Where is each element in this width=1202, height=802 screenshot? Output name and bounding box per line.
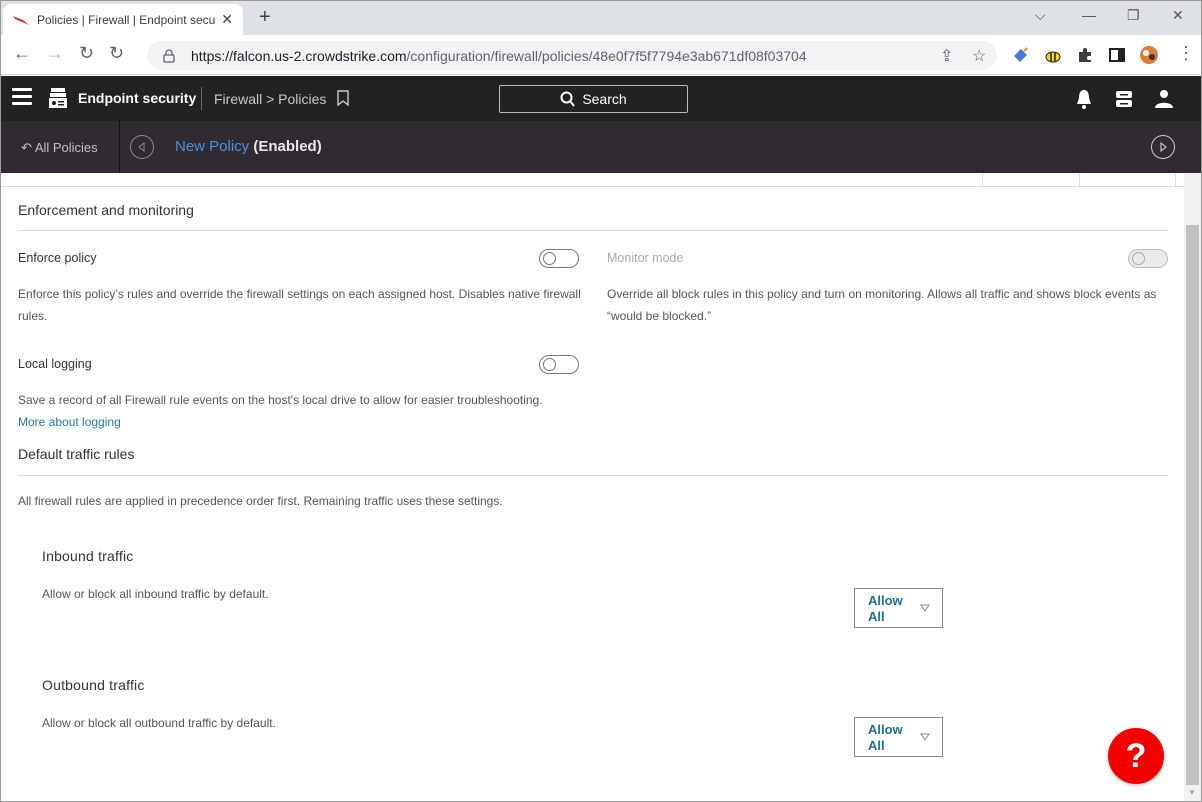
refresh-extension-icon[interactable]: ↻ xyxy=(109,43,124,64)
all-policies-label: All Policies xyxy=(34,140,98,155)
search-icon xyxy=(560,91,576,107)
inbound-selected-value: Allow All xyxy=(868,593,903,624)
tab-strip: Policies | Firewall | Endpoint secu ✕ + … xyxy=(1,1,1201,35)
inbound-traffic-description: Allow or block all inbound traffic by de… xyxy=(42,587,269,601)
hamburger-menu-icon[interactable] xyxy=(12,88,32,108)
crowdstrike-falcon-icon xyxy=(13,15,29,25)
more-about-logging-link[interactable]: More about logging xyxy=(18,415,121,429)
enforce-policy-label: Enforce policy xyxy=(18,251,97,265)
vertical-scrollbar[interactable]: ▼ xyxy=(1184,173,1201,801)
next-policy-button[interactable] xyxy=(1151,135,1175,159)
tab-close-icon[interactable]: ✕ xyxy=(221,11,233,28)
toggle-knob xyxy=(543,358,556,371)
minimize-button[interactable]: — xyxy=(1082,7,1096,23)
policy-settings-content: Enforcement and monitoring Enforce polic… xyxy=(1,173,1184,801)
extensions-puzzle-icon[interactable] xyxy=(1076,46,1094,64)
header-divider xyxy=(201,87,202,110)
lock-icon xyxy=(163,48,175,63)
profile-avatar[interactable] xyxy=(1139,45,1159,65)
scroll-down-arrow-icon[interactable]: ▼ xyxy=(1188,788,1196,797)
toggle-knob xyxy=(1132,252,1145,265)
chevron-down-icon xyxy=(920,604,930,612)
browser-window: Policies | Firewall | Endpoint secu ✕ + … xyxy=(0,0,1202,802)
all-policies-link[interactable]: ↶ All Policies xyxy=(21,140,98,156)
chevron-left-icon xyxy=(138,142,145,152)
enforce-policy-toggle[interactable] xyxy=(539,249,579,268)
browser-menu-icon[interactable]: ⋮ xyxy=(1177,43,1195,64)
local-logging-description: Save a record of all Firewall rule event… xyxy=(18,389,558,433)
tab-row-remnant xyxy=(1,173,1184,187)
help-button[interactable]: ? xyxy=(1108,728,1164,784)
enforce-policy-description: Enforce this policy’s rules and override… xyxy=(18,287,581,323)
inbound-traffic-select[interactable]: Allow All xyxy=(854,588,943,628)
monitor-mode-description: Override all block rules in this policy … xyxy=(607,287,1157,323)
toggle-knob xyxy=(543,252,556,265)
section-title-default-traffic: Default traffic rules xyxy=(18,446,135,462)
section-title-enforcement: Enforcement and monitoring xyxy=(18,202,194,218)
bookmark-icon[interactable] xyxy=(337,90,349,106)
extension-bee-icon[interactable] xyxy=(1044,46,1062,64)
user-profile-icon[interactable] xyxy=(1153,88,1175,110)
forward-arrow-icon[interactable]: → xyxy=(46,43,64,64)
policy-status: (Enabled) xyxy=(253,138,322,155)
policy-name: New Policy xyxy=(175,138,250,155)
subheader-divider xyxy=(119,121,120,173)
support-icon[interactable] xyxy=(1113,88,1135,110)
default-traffic-description: All firewall rules are applied in preced… xyxy=(18,494,503,508)
extension-brush-icon[interactable] xyxy=(1012,46,1030,64)
address-bar[interactable]: https://falcon.us-2.crowdstrike.com/conf… xyxy=(147,41,997,70)
local-logging-label: Local logging xyxy=(18,357,92,371)
help-question-icon: ? xyxy=(1125,736,1147,775)
close-window-button[interactable]: ✕ xyxy=(1172,7,1184,24)
reload-icon[interactable]: ↻ xyxy=(79,43,94,64)
divider xyxy=(18,230,1168,231)
previous-policy-button[interactable] xyxy=(130,135,154,159)
app-name: Endpoint security xyxy=(78,90,197,106)
notifications-bell-icon[interactable] xyxy=(1073,88,1095,110)
policy-subheader: ↶ All Policies New Policy (Enabled) xyxy=(1,121,1201,173)
side-panel-icon[interactable] xyxy=(1108,46,1126,64)
restore-button[interactable]: ❐ xyxy=(1127,7,1140,24)
search-button[interactable]: Search xyxy=(499,85,688,113)
local-logging-text: Save a record of all Firewall rule event… xyxy=(18,393,543,407)
outbound-traffic-description: Allow or block all outbound traffic by d… xyxy=(42,716,276,730)
search-label: Search xyxy=(582,91,627,107)
url-host: https://falcon.us-2.crowdstrike.com xyxy=(191,47,407,64)
new-tab-button[interactable]: + xyxy=(259,6,271,29)
endpoint-security-icon xyxy=(49,88,67,108)
url-path: /configuration/firewall/policies/48e0f7f… xyxy=(406,47,807,64)
breadcrumb[interactable]: Firewall > Policies xyxy=(214,91,326,107)
outbound-traffic-select[interactable]: Allow All xyxy=(854,717,943,757)
tab-title: Policies | Firewall | Endpoint secu xyxy=(37,12,216,27)
divider xyxy=(18,475,1168,476)
local-logging-toggle[interactable] xyxy=(539,355,579,374)
app-header: Endpoint security Firewall > Policies Se… xyxy=(1,76,1201,121)
scrollbar-thumb[interactable] xyxy=(1186,225,1199,785)
chevron-down-icon xyxy=(920,733,930,741)
outbound-traffic-title: Outbound traffic xyxy=(42,677,145,693)
back-arrow-icon[interactable]: ← xyxy=(13,43,31,64)
policy-title: New Policy (Enabled) xyxy=(175,138,322,155)
inbound-traffic-title: Inbound traffic xyxy=(42,548,134,564)
monitor-mode-label: Monitor mode xyxy=(607,251,684,265)
monitor-mode-toggle[interactable] xyxy=(1128,249,1168,268)
bookmark-star-icon[interactable]: ☆ xyxy=(972,46,986,66)
browser-tab[interactable]: Policies | Firewall | Endpoint secu ✕ xyxy=(3,4,243,35)
share-icon[interactable]: ⇪ xyxy=(940,46,953,66)
outbound-selected-value: Allow All xyxy=(868,722,903,753)
browser-toolbar: ← → ↻ ↻ https://falcon.us-2.crowdstrike.… xyxy=(1,35,1201,75)
back-arrow-icon: ↶ xyxy=(21,140,32,155)
tab-search-icon[interactable]: ⌵ xyxy=(1035,7,1046,24)
chevron-right-icon xyxy=(1160,142,1167,152)
url-text[interactable]: https://falcon.us-2.crowdstrike.com/conf… xyxy=(191,48,811,64)
